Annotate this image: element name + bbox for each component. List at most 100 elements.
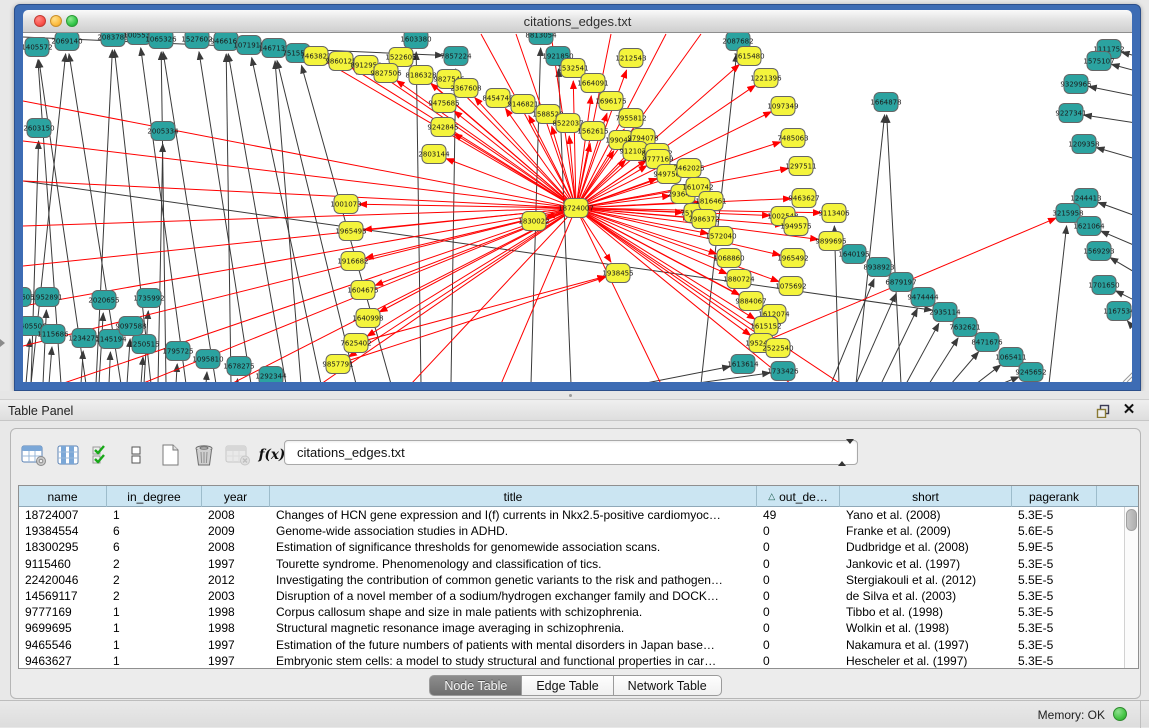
graph-node[interactable]: 1880724 xyxy=(723,270,755,289)
graph-node[interactable]: 1613614 xyxy=(727,355,759,374)
graph-node[interactable]: 9884067 xyxy=(735,292,766,311)
row-height-icon[interactable] xyxy=(121,441,151,469)
canvas-resize-grip[interactable] xyxy=(1123,371,1132,382)
float-panel-icon[interactable] xyxy=(1096,404,1111,418)
graph-node[interactable]: 1735992 xyxy=(133,289,164,308)
scrollbar-thumb[interactable] xyxy=(1126,509,1137,531)
graph-node[interactable]: 1795725 xyxy=(162,342,193,361)
graph-node[interactable]: 9475685 xyxy=(428,94,459,113)
graph-node[interactable]: 7857224 xyxy=(440,47,472,66)
graph-node[interactable]: 9242845 xyxy=(427,118,458,137)
graph-node[interactable]: 1250515 xyxy=(128,335,159,354)
graph-node[interactable]: 7625402 xyxy=(340,334,371,353)
graph-node[interactable]: 9329965 xyxy=(1060,75,1091,94)
graph-node[interactable]: 1603380 xyxy=(400,33,431,49)
graph-node[interactable]: 1167534 xyxy=(1103,302,1132,321)
table-row[interactable]: 977716911998Corpus callosum shape and si… xyxy=(19,604,1124,620)
graph-node[interactable]: 1569293 xyxy=(1083,242,1114,261)
close-panel-icon[interactable]: ✕ xyxy=(1121,402,1137,418)
graph-node[interactable]: 1615480 xyxy=(733,47,764,66)
graph-node[interactable]: 9827506 xyxy=(370,64,402,83)
graph-node[interactable]: 7485063 xyxy=(777,129,808,148)
graph-node[interactable]: 1949575 xyxy=(780,217,811,236)
column-header-year[interactable]: year xyxy=(202,486,270,507)
graph-node[interactable]: 8471676 xyxy=(971,333,1003,352)
graph-node[interactable]: 9227341 xyxy=(1055,104,1086,123)
graph-node[interactable]: 7462025 xyxy=(673,159,704,178)
graph-node[interactable]: 1297511 xyxy=(785,157,816,176)
table-row[interactable]: 969969511998Structural magnetic resonanc… xyxy=(19,620,1124,636)
graph-node[interactable]: 1733426 xyxy=(767,362,799,381)
graph-node[interactable]: 1678275 xyxy=(223,357,254,376)
graph-node[interactable]: 1604675 xyxy=(347,281,378,300)
graph-node[interactable]: 1621064 xyxy=(1073,217,1105,236)
network-window[interactable]: citations_edges.txt 14055722069140208378… xyxy=(14,4,1141,391)
column-header-pagerank[interactable]: pagerank xyxy=(1012,486,1097,507)
graph-node[interactable]: 1075692 xyxy=(775,277,806,296)
graph-node[interactable]: 1816461 xyxy=(695,192,726,211)
graph-node[interactable]: 1830022 xyxy=(518,212,549,231)
graph-node[interactable]: 9245652 xyxy=(1015,363,1046,382)
graph-node[interactable]: 9899695 xyxy=(815,232,846,251)
graph-node[interactable]: 7955812 xyxy=(615,109,646,128)
column-header-short[interactable]: short xyxy=(840,486,1012,507)
graph-node[interactable]: 9113406 xyxy=(818,204,850,223)
graph-node[interactable]: 1640195 xyxy=(838,245,869,264)
show-columns-icon[interactable] xyxy=(53,441,83,469)
citation-graph[interactable]: 1405572206914020837831005533106532615276… xyxy=(23,33,1132,382)
graph-node[interactable]: 2803144 xyxy=(418,145,450,164)
tab-network-table[interactable]: Network Table xyxy=(613,675,722,696)
graph-node[interactable]: 1562615 xyxy=(577,122,608,141)
table-row[interactable]: 946554611997Estimation of the future num… xyxy=(19,637,1124,653)
window-titlebar[interactable]: citations_edges.txt xyxy=(23,10,1132,33)
graph-node[interactable]: 8938923 xyxy=(863,258,894,277)
graph-node[interactable]: 1572040 xyxy=(705,227,736,246)
graph-node[interactable]: 1575107 xyxy=(1083,52,1114,71)
graph-node[interactable]: 2005334 xyxy=(147,122,179,141)
graph-node[interactable]: 1640998 xyxy=(352,309,383,328)
graph-node[interactable]: 7632621 xyxy=(949,318,980,337)
create-column-icon[interactable] xyxy=(155,441,185,469)
network-view-canvas[interactable]: 1405572206914020837831005533106532615276… xyxy=(23,33,1132,382)
table-mode-icon[interactable] xyxy=(19,441,49,469)
graph-node[interactable]: 2020655 xyxy=(88,291,119,310)
table-row[interactable]: 946362711997Embryonic stem cells: a mode… xyxy=(19,653,1124,668)
select-all-icon[interactable] xyxy=(87,441,117,469)
table-row[interactable]: 911546021997Tourette syndrome. Phenomeno… xyxy=(19,556,1124,572)
graph-node[interactable]: 1965493 xyxy=(335,222,366,241)
graph-node[interactable]: 1965492 xyxy=(777,249,808,268)
graph-node[interactable]: 2069140 xyxy=(51,33,82,51)
graph-node[interactable]: 1664878 xyxy=(870,93,901,112)
column-header-out_de[interactable]: △out_de… xyxy=(757,486,840,507)
graph-node[interactable]: 6879197 xyxy=(885,273,916,292)
table-row[interactable]: 1456911722003Disruption of a novel membe… xyxy=(19,588,1124,604)
graph-node[interactable]: 7986372 xyxy=(688,210,719,229)
graph-node[interactable]: 1068860 xyxy=(713,249,744,268)
graph-node[interactable]: 1615152 xyxy=(750,317,781,336)
graph-node[interactable]: 1701650 xyxy=(1088,276,1119,295)
graph-node[interactable]: 1065326 xyxy=(145,33,177,49)
tab-edge-table[interactable]: Edge Table xyxy=(521,675,613,696)
graph-node[interactable]: 8186328 xyxy=(405,66,436,85)
table-row[interactable]: 1938455462009Genome-wide association stu… xyxy=(19,523,1124,539)
function-builder-icon[interactable]: f(x) xyxy=(257,441,287,469)
graph-node[interactable]: 1527602 xyxy=(181,33,212,49)
delete-column-icon[interactable] xyxy=(189,441,219,469)
graph-node[interactable]: 1221396 xyxy=(750,69,782,88)
table-row[interactable]: 1872400712008Changes of HCN gene express… xyxy=(19,507,1124,523)
graph-node[interactable]: 1212543 xyxy=(615,49,646,68)
graph-node[interactable]: 1696175 xyxy=(595,92,626,111)
graph-node[interactable]: 1115686 xyxy=(37,325,69,344)
graph-node[interactable]: 1001073 xyxy=(330,195,361,214)
table-row[interactable]: 2242004622012Investigating the contribut… xyxy=(19,572,1124,588)
graph-node[interactable]: 9097588 xyxy=(115,317,146,336)
column-header-in_degree[interactable]: in_degree xyxy=(107,486,202,507)
graph-node[interactable]: 1405572 xyxy=(23,38,53,57)
graph-node[interactable]: 1938455 xyxy=(602,264,633,283)
table-row[interactable]: 1830029562008Estimation of significance … xyxy=(19,539,1124,555)
graph-node[interactable]: 1292344 xyxy=(255,367,287,383)
graph-node[interactable]: 9463627 xyxy=(788,189,819,208)
collapse-arrow-icon[interactable] xyxy=(0,339,5,347)
graph-node[interactable]: 1097349 xyxy=(767,97,798,116)
memory-indicator-icon[interactable] xyxy=(1113,707,1127,721)
